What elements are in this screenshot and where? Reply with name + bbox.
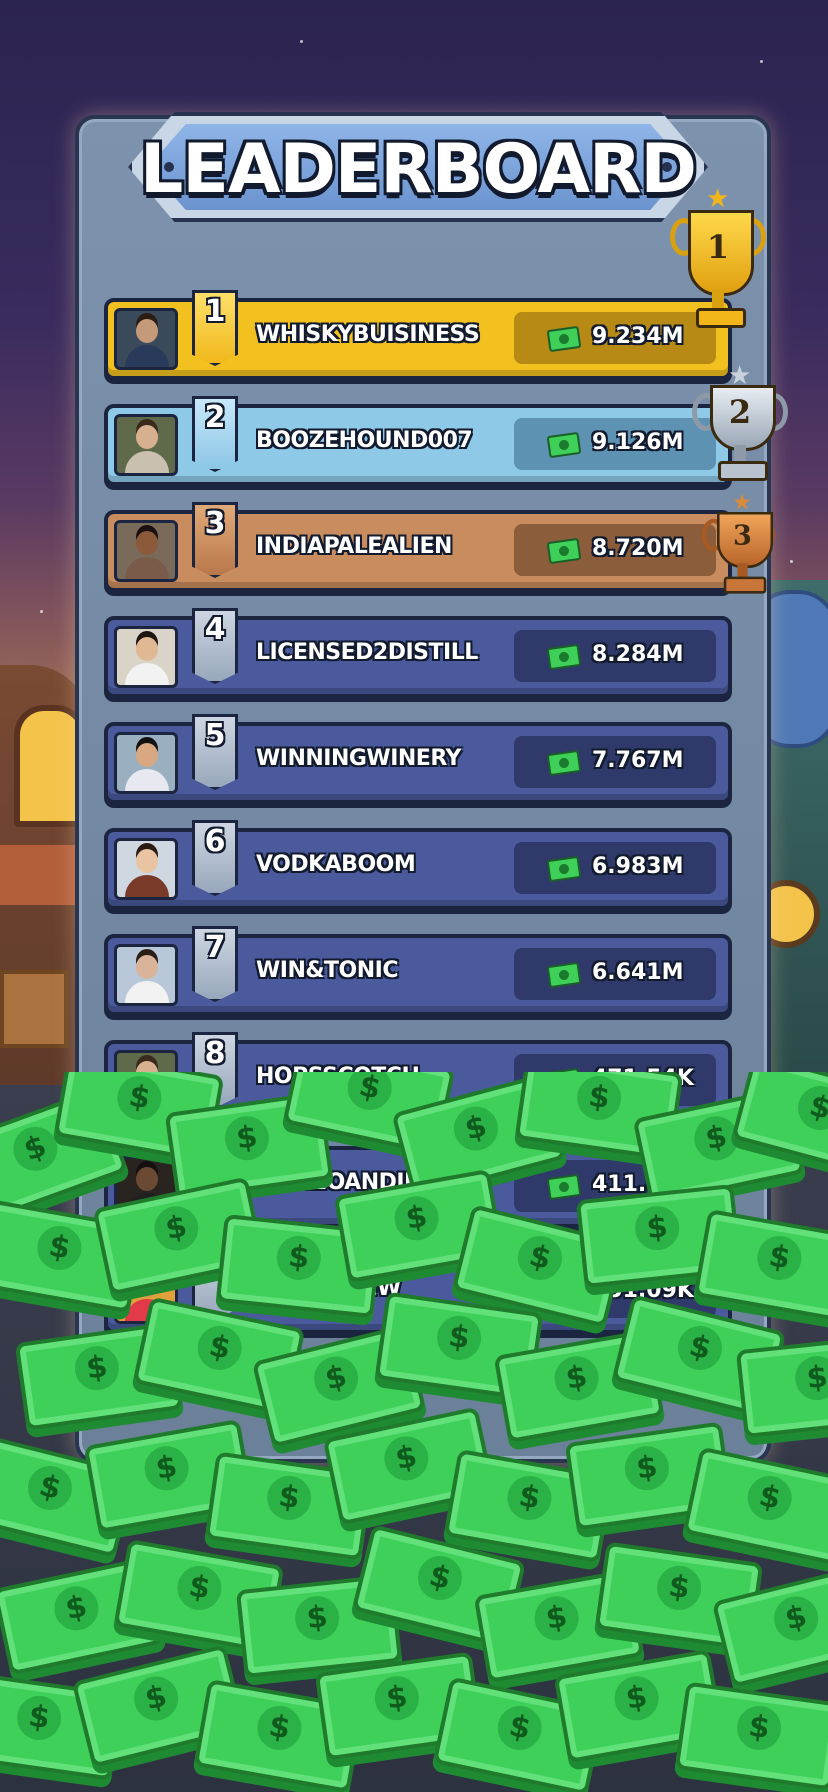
cash-icon [546,537,582,565]
trophy-number: 2 [728,393,752,431]
leaderboard-row[interactable]: 4 LICENSED2DISTILL 8.284M [104,608,732,698]
star-decoration [790,560,793,563]
page-title: LEADERBOARD [140,130,697,209]
star-decoration [300,40,303,43]
player-score: 8.720M [592,536,684,561]
star-decoration [760,60,763,63]
cash-stack [735,1333,828,1439]
score-box: 9.126M [514,418,716,470]
score-box: 6.983M [514,842,716,894]
player-score: 6.983M [592,854,684,879]
player-name: WINNINGWINERY [256,746,462,771]
cash-icon [546,643,582,671]
player-name: WHISKYBUISINESS [256,322,480,347]
rank-number: 8 [204,1036,226,1071]
rank-number: 1 [204,294,226,329]
silver-trophy-icon: ★ 2 [690,361,790,495]
rank-number: 7 [204,930,226,965]
avatar [114,520,178,582]
player-name: LICENSED2DISTILL [256,640,478,665]
trophy-number: 1 [706,228,730,266]
rank-number: 3 [204,506,226,541]
score-box: 7.767M [514,736,716,788]
avatar [114,308,178,370]
rank-number: 2 [204,400,226,435]
score-box: 8.284M [514,630,716,682]
avatar [114,838,178,900]
cash-icon [546,431,582,459]
leaderboard-row[interactable]: 7 WIN&TONIC 6.641M [104,926,732,1016]
cash-icon [546,749,582,777]
rank-number: 4 [204,612,226,647]
player-name: BOOZEHOUND007 [256,428,473,453]
avatar [114,414,178,476]
leaderboard-row[interactable]: 5 WINNINGWINERY 7.767M [104,714,732,804]
cash-stack [682,1446,828,1566]
rank-number: 6 [204,824,226,859]
cash-icon [546,325,582,353]
player-name: WIN&TONIC [256,958,399,983]
leaderboard-row[interactable]: 3 INDIAPALEALIEN 8.720M [104,502,732,592]
cash-icon [546,961,582,989]
score-box: 6.641M [514,948,716,1000]
cash-stack [693,1208,828,1324]
leaderboard-row[interactable]: 2 BOOZEHOUND007 9.126M [104,396,732,486]
star-decoration [40,610,43,613]
avatar [114,626,178,688]
cash-icon [546,855,582,883]
gold-trophy-icon: ★ 1 [668,184,768,370]
rank-number: 5 [204,718,226,753]
leaderboard-row[interactable]: 1 WHISKYBUISINESS 9.234M [104,290,732,380]
player-name: INDIAPALEALIEN [256,534,452,559]
player-score: 8.284M [592,642,684,667]
wooden-crate [0,970,68,1048]
player-score: 9.126M [592,430,684,455]
player-name: VODKABOOM [256,852,416,877]
player-score: 6.641M [592,960,684,985]
money-pile [0,1072,828,1792]
cash-stack [674,1681,828,1791]
title-plate: LEADERBOARD [128,112,708,222]
leaderboard-row[interactable]: 6 VODKABOOM 6.983M [104,820,732,910]
score-box: 8.720M [514,524,716,576]
trophy-number: 3 [733,518,752,552]
player-score: 7.767M [592,748,684,773]
avatar [114,732,178,794]
avatar [114,944,178,1006]
bronze-trophy-icon: ★ 3 [700,490,777,594]
